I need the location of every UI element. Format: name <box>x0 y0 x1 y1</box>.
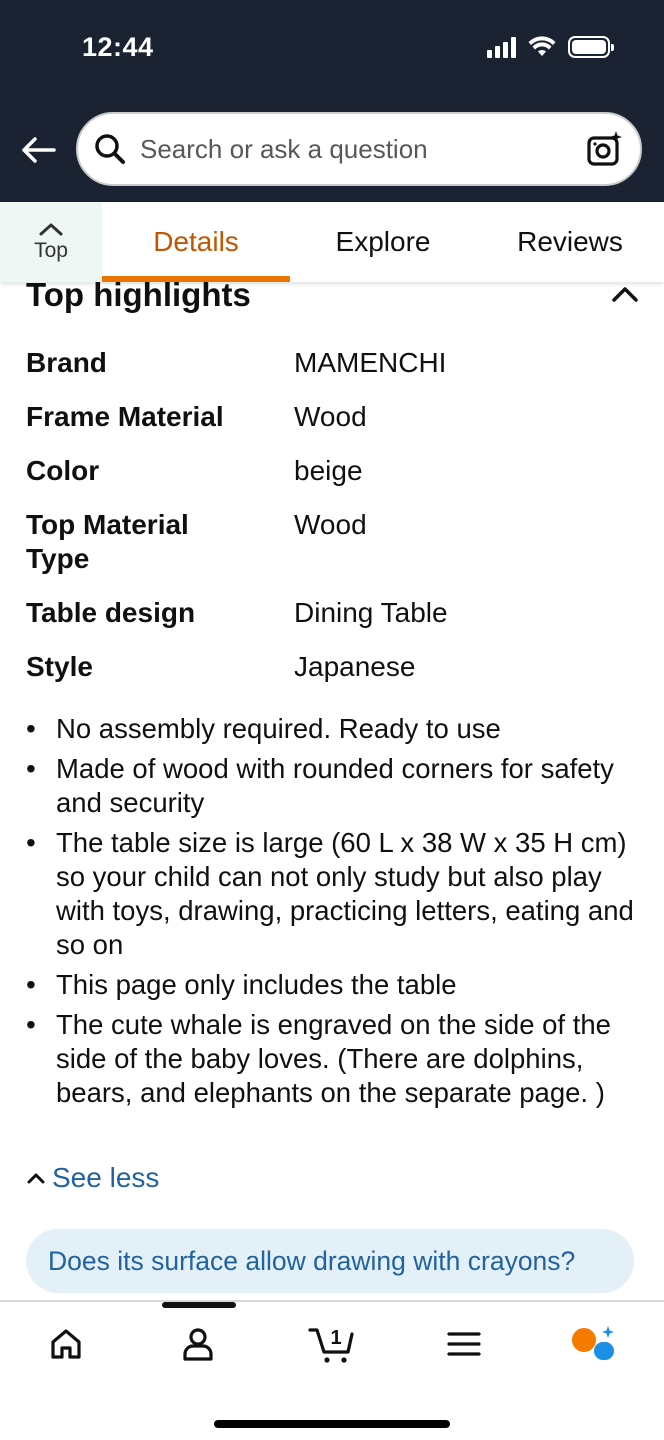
chevron-up-icon <box>39 223 63 236</box>
nav-menu[interactable] <box>444 1324 484 1364</box>
search-input[interactable] <box>140 133 560 165</box>
spec-row: Brand MAMENCHI <box>26 346 636 380</box>
tab-details[interactable]: Details <box>102 202 290 282</box>
tab-reviews[interactable]: Reviews <box>476 202 664 282</box>
spec-key: Color <box>26 455 100 486</box>
spec-value: Wood <box>294 401 367 432</box>
chevron-up-icon <box>27 1173 45 1184</box>
app-header: 12:44 <box>0 0 664 202</box>
account-icon <box>183 1328 213 1361</box>
tab-top-label: Top <box>34 239 68 262</box>
spec-row: Style Japanese <box>26 650 636 684</box>
home-icon <box>51 1329 81 1359</box>
bullet-item: No assembly required. Ready to use <box>26 712 638 746</box>
spec-table: Brand MAMENCHI Frame Material Wood Color… <box>26 346 636 704</box>
bullet-item: Made of wood with rounded corners for sa… <box>26 752 638 820</box>
back-button[interactable] <box>18 130 58 170</box>
rufus-icon <box>572 1326 614 1360</box>
nav-home[interactable] <box>46 1324 86 1364</box>
feature-bullets: No assembly required. Ready to use Made … <box>26 712 638 1116</box>
cart-count: 1 <box>330 1327 341 1349</box>
spec-key: Brand <box>26 347 107 378</box>
spec-value: MAMENCHI <box>294 347 447 378</box>
bottom-nav: 1 <box>0 1300 664 1440</box>
collapse-chevron-icon[interactable] <box>610 282 640 306</box>
bullet-item: The cute whale is engraved on the side o… <box>26 1008 638 1110</box>
active-tab-indicator <box>102 276 290 282</box>
spec-key: Top Material Type <box>26 509 189 574</box>
bullet-item: This page only includes the table <box>26 968 638 1002</box>
search-icon <box>94 133 126 165</box>
menu-icon <box>447 1332 481 1356</box>
nav-active-indicator <box>162 1302 236 1308</box>
spec-row: Top Material Type Wood <box>26 508 636 576</box>
nav-account[interactable] <box>178 1324 218 1364</box>
suggested-question-chip[interactable]: Does its surface allow drawing with cray… <box>26 1229 634 1293</box>
see-less-link[interactable]: See less <box>26 1162 159 1194</box>
tab-explore[interactable]: Explore <box>290 202 476 282</box>
cart-icon: 1 <box>308 1327 354 1363</box>
status-time: 12:44 <box>82 32 154 62</box>
spec-row: Table design Dining Table <box>26 596 636 630</box>
battery-icon <box>568 36 614 58</box>
search-bar[interactable] <box>76 112 642 186</box>
status-icons <box>487 36 614 58</box>
wifi-icon <box>528 36 556 56</box>
cellular-signal-icon <box>487 36 516 58</box>
section-tabs: Top Details Explore Reviews <box>0 202 664 282</box>
spec-row: Color beige <box>26 454 636 488</box>
spec-value: beige <box>294 455 363 486</box>
suggested-question-text: Does its surface allow drawing with cray… <box>48 1245 576 1276</box>
spec-value: Wood <box>294 509 367 540</box>
spec-row: Frame Material Wood <box>26 400 636 434</box>
nav-rufus[interactable] <box>570 1324 618 1364</box>
spec-key: Frame Material <box>26 401 224 432</box>
system-home-indicator[interactable] <box>214 1420 450 1428</box>
spec-key: Style <box>26 651 93 682</box>
back-arrow-icon <box>22 137 56 163</box>
spec-key: Table design <box>26 597 196 628</box>
bullet-item: The table size is large (60 L x 38 W x 3… <box>26 826 638 962</box>
spec-value: Japanese <box>294 651 416 682</box>
tab-top[interactable]: Top <box>0 202 102 282</box>
camera-search-icon[interactable] <box>586 130 624 168</box>
spec-value: Dining Table <box>294 597 448 628</box>
nav-cart[interactable]: 1 <box>308 1324 356 1364</box>
see-less-label: See less <box>52 1162 160 1193</box>
